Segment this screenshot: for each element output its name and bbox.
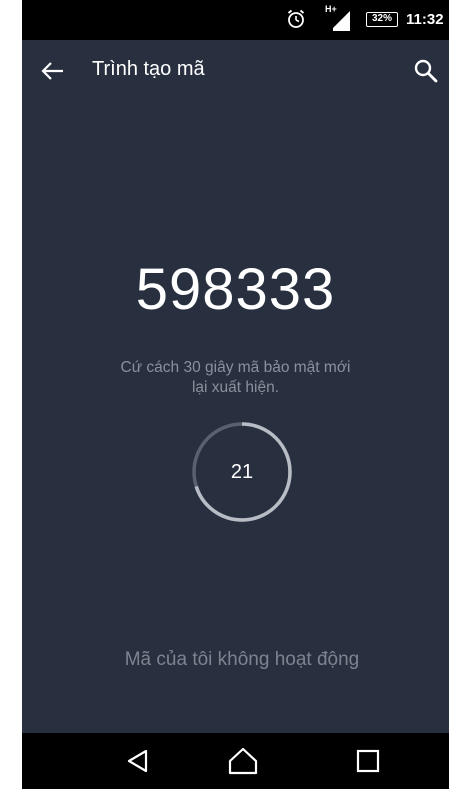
nav-home-icon[interactable] bbox=[227, 745, 259, 777]
search-icon[interactable] bbox=[412, 57, 440, 85]
back-arrow-icon[interactable] bbox=[40, 58, 66, 84]
signal-icon bbox=[330, 11, 350, 31]
countdown-value: 21 bbox=[230, 461, 254, 483]
alarm-icon bbox=[287, 9, 305, 28]
code-description-line-1: Cứ cách 30 giây mã bảo mật mới bbox=[120, 359, 351, 376]
code-description-line-2: lại xuất hiện. bbox=[191, 379, 280, 396]
code-not-working-link[interactable]: Mã của tôi không hoạt động bbox=[22, 649, 449, 671]
app-bar: Trình tạo mã bbox=[22, 40, 449, 102]
nav-recent-apps-icon[interactable] bbox=[352, 745, 384, 777]
battery-indicator: 32% bbox=[366, 12, 398, 27]
status-bar: H+ 32% 11:32 bbox=[22, 0, 449, 40]
app-screen: H+ 32% 11:32 Trình tạo mã 598333 Cứ cách… bbox=[22, 0, 449, 789]
clock: 11:32 bbox=[406, 11, 444, 28]
code-description: Cứ cách 30 giây mã bảo mật mới lại xuất … bbox=[82, 358, 389, 398]
page-title: Trình tạo mã bbox=[92, 58, 205, 80]
navigation-bar bbox=[22, 733, 449, 789]
security-code: 598333 bbox=[135, 257, 336, 322]
nav-back-icon[interactable] bbox=[122, 745, 154, 777]
